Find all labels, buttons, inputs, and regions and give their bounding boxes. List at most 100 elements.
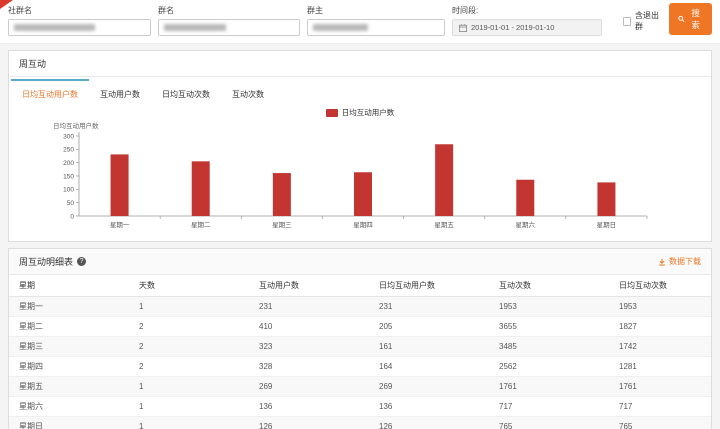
table-cell: 269 [249, 377, 369, 397]
column-header: 互动次数 [489, 275, 609, 297]
y-tick-label: 200 [63, 160, 74, 167]
weekly-detail-panel: 周互动明细表 ? 数据下载 星期天数互动用户数日均互动用户数互动次数日均互动次数… [8, 248, 712, 429]
column-header: 日均互动用户数 [369, 275, 489, 297]
table-row: 星期一123123119531953 [9, 297, 711, 317]
x-tick-label: 星期二 [191, 221, 211, 229]
panel-header: 周互动 [9, 51, 711, 77]
x-tick-label: 星期六 [516, 220, 536, 229]
table-cell: 231 [249, 297, 369, 317]
calendar-icon [459, 24, 467, 32]
table-cell: 328 [249, 357, 369, 377]
table-cell: 1953 [489, 297, 609, 317]
table-cell: 1 [129, 297, 249, 317]
column-header: 天数 [129, 275, 249, 297]
help-icon[interactable]: ? [77, 257, 86, 266]
group-owner-input[interactable] [307, 19, 445, 36]
table-cell: 765 [609, 417, 711, 429]
search-button-label: 搜索 [688, 7, 703, 31]
bar-星期日[interactable] [597, 182, 615, 216]
legend-swatch [326, 109, 338, 117]
table-cell: 星期二 [9, 317, 129, 337]
table-cell: 410 [249, 317, 369, 337]
table-cell: 323 [249, 337, 369, 357]
bar-星期三[interactable] [273, 173, 291, 216]
table-cell: 205 [369, 317, 489, 337]
table-cell: 2 [129, 317, 249, 337]
checkbox-icon[interactable] [623, 17, 631, 26]
weekly-interaction-panel: 周互动 日均互动用户数互动用户数日均互动次数互动次数 日均互动用户数 日均互动用… [8, 50, 712, 242]
y-tick-label: 250 [63, 147, 74, 154]
bar-星期五[interactable] [435, 144, 453, 216]
table-cell: 星期一 [9, 297, 129, 317]
checkbox-label: 含退出群 [635, 10, 662, 32]
tab-0[interactable]: 日均互动用户数 [11, 79, 89, 106]
table-row: 星期五126926917611761 [9, 377, 711, 397]
download-label: 数据下载 [669, 256, 701, 267]
column-header: 星期 [9, 275, 129, 297]
legend-label: 日均互动用户数 [342, 107, 395, 118]
group-name-input[interactable] [158, 19, 300, 36]
table-cell: 3485 [489, 337, 609, 357]
table-cell: 717 [489, 397, 609, 417]
field-label: 社群名 [8, 5, 151, 16]
table-header-row: 星期天数互动用户数日均互动用户数互动次数日均互动次数 [9, 275, 711, 297]
chart-legend[interactable]: 日均互动用户数 [9, 107, 711, 118]
table-cell: 765 [489, 417, 609, 429]
table-row: 星期日1126126765765 [9, 417, 711, 429]
search-icon [678, 15, 685, 23]
bar-chart-svg: 日均互动用户数050100150200250300星期一星期二星期三星期四星期五… [13, 120, 709, 236]
field-label: 群主 [307, 5, 445, 16]
table-cell: 231 [369, 297, 489, 317]
table-row: 星期六1136136717717 [9, 397, 711, 417]
data-download-link[interactable]: 数据下载 [658, 256, 701, 267]
table-cell: 1742 [609, 337, 711, 357]
redacted-text [14, 24, 95, 31]
date-range-input[interactable]: 2019-01-01 - 2019-01-10 [452, 19, 602, 36]
table-cell: 星期五 [9, 377, 129, 397]
y-tick-label: 0 [70, 213, 74, 220]
table-cell: 717 [609, 397, 711, 417]
table-cell: 2 [129, 337, 249, 357]
table-row: 星期四232816425621281 [9, 357, 711, 377]
table-cell: 126 [369, 417, 489, 429]
community-name-input[interactable] [8, 19, 151, 36]
table-cell: 269 [369, 377, 489, 397]
search-button[interactable]: 搜索 [669, 3, 712, 35]
table-cell: 2 [129, 357, 249, 377]
tab-2[interactable]: 日均互动次数 [151, 79, 221, 106]
table-cell: 1827 [609, 317, 711, 337]
table-panel-title: 周互动明细表 [19, 255, 73, 268]
bar-星期四[interactable] [354, 172, 372, 216]
table-panel-header: 周互动明细表 ? 数据下载 [9, 249, 711, 275]
x-tick-label: 星期五 [434, 221, 454, 229]
table-cell: 3655 [489, 317, 609, 337]
column-header: 日均互动次数 [609, 275, 711, 297]
table-cell: 136 [369, 397, 489, 417]
y-tick-label: 150 [63, 173, 74, 180]
bar-chart: 日均互动用户数050100150200250300星期一星期二星期三星期四星期五… [9, 118, 711, 241]
table-cell: 1 [129, 377, 249, 397]
x-tick-label: 星期四 [353, 221, 373, 229]
bar-星期六[interactable] [516, 180, 534, 216]
table-cell: 星期四 [9, 357, 129, 377]
y-axis-title: 日均互动用户数 [53, 121, 99, 130]
panel-title: 周互动 [19, 57, 46, 70]
bar-星期二[interactable] [192, 161, 210, 216]
field-label: 时间段: [452, 5, 602, 16]
table-cell: 126 [249, 417, 369, 429]
table-row: 星期二241020536551827 [9, 317, 711, 337]
bar-星期一[interactable] [111, 154, 129, 216]
tab-3[interactable]: 互动次数 [221, 79, 275, 106]
table-cell: 星期三 [9, 337, 129, 357]
x-tick-label: 星期日 [597, 221, 617, 229]
download-icon [658, 258, 666, 266]
field-group-owner: 群主 [307, 5, 445, 36]
filter-bar: 社群名 群名 群主 时间段: 2019-01-01 - 2019-01-10 [0, 0, 720, 44]
table-cell: 1 [129, 417, 249, 429]
x-tick-label: 星期三 [272, 221, 292, 229]
tab-1[interactable]: 互动用户数 [89, 79, 151, 106]
table-cell: 星期日 [9, 417, 129, 429]
table-cell: 136 [249, 397, 369, 417]
y-tick-label: 300 [63, 133, 74, 140]
include-left-group-option[interactable]: 含退出群 [623, 10, 662, 32]
